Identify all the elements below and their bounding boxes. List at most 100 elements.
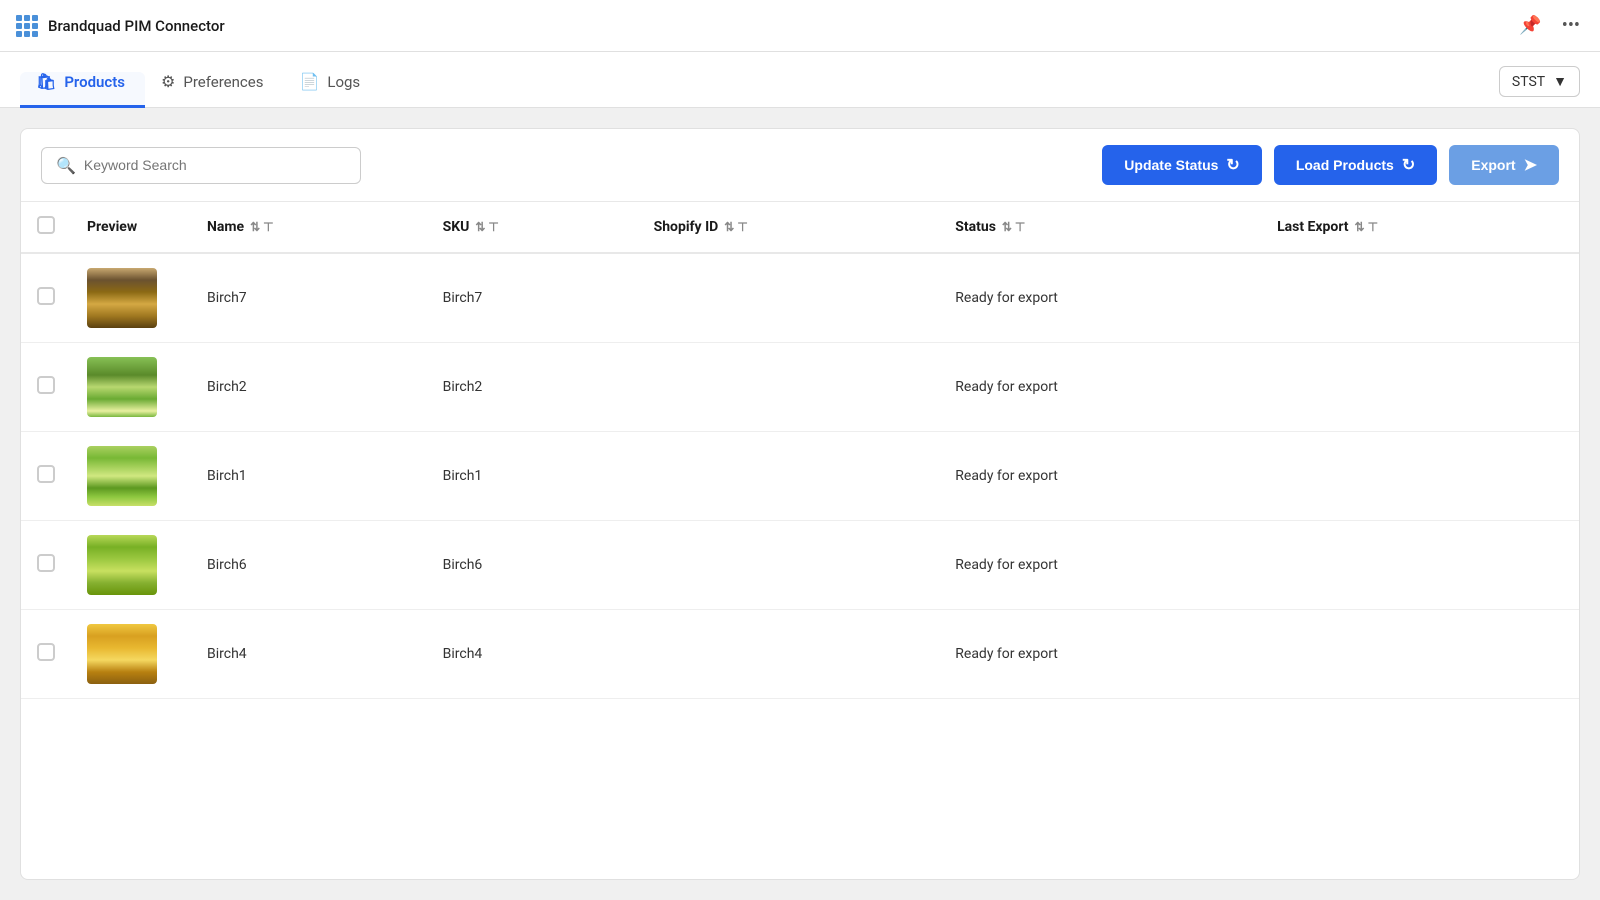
update-status-label: Update Status bbox=[1124, 157, 1218, 173]
row-checkbox-2[interactable] bbox=[37, 465, 55, 483]
status-sort-filter[interactable]: ⇅ ⊤ bbox=[1002, 220, 1026, 234]
row-name-1: Birch2 bbox=[191, 343, 427, 432]
row-status-3: Ready for export bbox=[939, 521, 1261, 610]
export-button[interactable]: Export ➤ bbox=[1449, 145, 1559, 185]
table-header-row: Preview Name ⇅ ⊤ SKU ⇅ ⊤ bbox=[21, 202, 1579, 253]
row-last-export-4 bbox=[1261, 610, 1579, 699]
chevron-down-icon: ▼ bbox=[1553, 73, 1567, 90]
select-all-checkbox[interactable] bbox=[37, 216, 55, 234]
table-row: Birch7 Birch7 Ready for export bbox=[21, 253, 1579, 343]
row-checkbox-cell bbox=[21, 521, 71, 610]
row-sku-0: Birch7 bbox=[427, 253, 638, 343]
search-wrapper: 🔍 bbox=[41, 147, 361, 184]
row-shopify-id-0 bbox=[638, 253, 940, 343]
row-shopify-id-1 bbox=[638, 343, 940, 432]
row-status-0: Ready for export bbox=[939, 253, 1261, 343]
row-checkbox-1[interactable] bbox=[37, 376, 55, 394]
row-sku-3: Birch6 bbox=[427, 521, 638, 610]
products-table-container: Preview Name ⇅ ⊤ SKU ⇅ ⊤ bbox=[21, 202, 1579, 880]
toolbar: 🔍 Update Status ↻ Load Products ↻ Export… bbox=[21, 129, 1579, 202]
export-label: Export bbox=[1471, 157, 1515, 173]
row-checkbox-cell bbox=[21, 610, 71, 699]
nav-tabs: 🛍 Products ⚙ Preferences 📄 Logs STST ▼ bbox=[0, 52, 1600, 108]
logs-icon: 📄 bbox=[299, 72, 319, 91]
row-shopify-id-2 bbox=[638, 432, 940, 521]
row-status-1: Ready for export bbox=[939, 343, 1261, 432]
row-shopify-id-3 bbox=[638, 521, 940, 610]
row-checkbox-cell bbox=[21, 253, 71, 343]
export-icon: ➤ bbox=[1524, 155, 1537, 175]
pin-icon[interactable]: 📌 bbox=[1515, 11, 1545, 40]
tab-preferences-label: Preferences bbox=[183, 73, 263, 91]
row-name-3: Birch6 bbox=[191, 521, 427, 610]
top-bar-actions: 📌 ••• bbox=[1515, 11, 1584, 40]
refresh-icon-load: ↻ bbox=[1402, 155, 1415, 175]
shopify-id-sort-filter[interactable]: ⇅ ⊤ bbox=[724, 220, 748, 234]
tab-products-label: Products bbox=[64, 73, 125, 91]
th-last-export: Last Export ⇅ ⊤ bbox=[1261, 202, 1579, 253]
row-preview-cell bbox=[71, 253, 191, 343]
preferences-icon: ⚙ bbox=[161, 72, 175, 91]
row-sku-1: Birch2 bbox=[427, 343, 638, 432]
row-checkbox-0[interactable] bbox=[37, 287, 55, 305]
row-status-4: Ready for export bbox=[939, 610, 1261, 699]
tab-products[interactable]: 🛍 Products bbox=[20, 72, 145, 108]
app-title: Brandquad PIM Connector bbox=[48, 17, 1505, 35]
main-content: 🔍 Update Status ↻ Load Products ↻ Export… bbox=[0, 108, 1600, 900]
product-thumbnail-2 bbox=[87, 446, 157, 506]
product-thumbnail-3 bbox=[87, 535, 157, 595]
th-select-all bbox=[21, 202, 71, 253]
tab-logs[interactable]: 📄 Logs bbox=[283, 72, 380, 108]
table-row: Birch6 Birch6 Ready for export bbox=[21, 521, 1579, 610]
row-shopify-id-4 bbox=[638, 610, 940, 699]
name-sort-filter[interactable]: ⇅ ⊤ bbox=[250, 220, 274, 234]
load-products-button[interactable]: Load Products ↻ bbox=[1274, 145, 1437, 185]
store-selector[interactable]: STST ▼ bbox=[1499, 66, 1580, 97]
row-name-4: Birch4 bbox=[191, 610, 427, 699]
refresh-icon-update: ↻ bbox=[1226, 155, 1239, 175]
th-name: Name ⇅ ⊤ bbox=[191, 202, 427, 253]
row-preview-cell bbox=[71, 432, 191, 521]
tab-logs-label: Logs bbox=[327, 73, 360, 91]
update-status-button[interactable]: Update Status ↻ bbox=[1102, 145, 1262, 185]
row-preview-cell bbox=[71, 521, 191, 610]
product-thumbnail-0 bbox=[87, 268, 157, 328]
table-row: Birch2 Birch2 Ready for export bbox=[21, 343, 1579, 432]
product-thumbnail-4 bbox=[87, 624, 157, 684]
search-input[interactable] bbox=[84, 157, 346, 173]
row-checkbox-4[interactable] bbox=[37, 643, 55, 661]
row-preview-cell bbox=[71, 343, 191, 432]
row-name-0: Birch7 bbox=[191, 253, 427, 343]
th-sku: SKU ⇅ ⊤ bbox=[427, 202, 638, 253]
top-bar: Brandquad PIM Connector 📌 ••• bbox=[0, 0, 1600, 52]
table-row: Birch1 Birch1 Ready for export bbox=[21, 432, 1579, 521]
row-last-export-2 bbox=[1261, 432, 1579, 521]
row-checkbox-cell bbox=[21, 343, 71, 432]
row-last-export-1 bbox=[1261, 343, 1579, 432]
th-status: Status ⇅ ⊤ bbox=[939, 202, 1261, 253]
row-name-2: Birch1 bbox=[191, 432, 427, 521]
th-preview: Preview bbox=[71, 202, 191, 253]
row-checkbox-cell bbox=[21, 432, 71, 521]
row-last-export-3 bbox=[1261, 521, 1579, 610]
row-last-export-0 bbox=[1261, 253, 1579, 343]
th-shopify-id: Shopify ID ⇅ ⊤ bbox=[638, 202, 940, 253]
row-sku-2: Birch1 bbox=[427, 432, 638, 521]
more-icon[interactable]: ••• bbox=[1558, 11, 1584, 40]
tab-preferences[interactable]: ⚙ Preferences bbox=[145, 72, 283, 108]
products-icon: 🛍 bbox=[36, 72, 56, 91]
app-grid-icon[interactable] bbox=[16, 15, 38, 37]
table-body: Birch7 Birch7 Ready for export Birch2 Bi… bbox=[21, 253, 1579, 699]
row-checkbox-3[interactable] bbox=[37, 554, 55, 572]
row-preview-cell bbox=[71, 610, 191, 699]
row-sku-4: Birch4 bbox=[427, 610, 638, 699]
content-card: 🔍 Update Status ↻ Load Products ↻ Export… bbox=[20, 128, 1580, 880]
load-products-label: Load Products bbox=[1296, 157, 1394, 173]
products-table: Preview Name ⇅ ⊤ SKU ⇅ ⊤ bbox=[21, 202, 1579, 699]
store-selector-value: STST bbox=[1512, 74, 1545, 90]
product-thumbnail-1 bbox=[87, 357, 157, 417]
sku-sort-filter[interactable]: ⇅ ⊤ bbox=[475, 220, 499, 234]
table-row: Birch4 Birch4 Ready for export bbox=[21, 610, 1579, 699]
last-export-sort-filter[interactable]: ⇅ ⊤ bbox=[1355, 220, 1379, 234]
search-icon: 🔍 bbox=[56, 156, 76, 175]
